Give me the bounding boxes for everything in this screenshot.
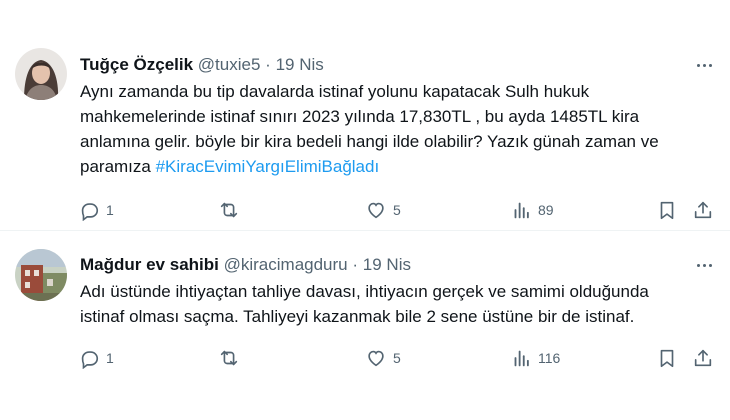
tweet-text: Aynı zamanda bu tip davalarda istinaf yo… (80, 79, 720, 179)
share-button[interactable] (692, 198, 714, 222)
views-count: 89 (538, 202, 554, 218)
more-dots-icon[interactable] (694, 255, 714, 275)
action-bar: 1 5 116 (78, 346, 718, 370)
like-count: 5 (393, 202, 401, 218)
views-button[interactable]: 89 (510, 198, 554, 222)
share-button[interactable] (692, 346, 714, 370)
heart-icon (368, 350, 384, 367)
views-button[interactable]: 116 (510, 346, 560, 370)
retweet-button[interactable] (218, 346, 246, 370)
views-chart-icon (514, 202, 529, 219)
bookmark-button[interactable] (656, 198, 678, 222)
tweet-date[interactable]: 19 Nis (363, 255, 411, 274)
tweet-text-line: Aynı zamanda bu tip davalarda istinaf yo… (80, 82, 590, 101)
tweet-text: Adı üstünde ihtiyaçtan tahliye davası, i… (80, 279, 720, 329)
like-button[interactable]: 5 (365, 198, 401, 222)
tweet-date[interactable]: 19 Nis (276, 55, 324, 74)
like-count: 5 (393, 350, 401, 366)
tweet-text-line: istinaf olması saçma. Tahliyeyi kazanmak… (80, 307, 635, 326)
retweet-button[interactable] (218, 198, 246, 222)
retweet-icon (220, 350, 238, 366)
reply-button[interactable]: 1 (78, 346, 114, 370)
heart-icon (368, 202, 384, 219)
tweet-text-line: Adı üstünde ihtiyaçtan tahliye davası, i… (80, 282, 649, 301)
user-handle[interactable]: @tuxie5 (198, 55, 261, 74)
separator: · (265, 55, 271, 74)
action-bar: 1 5 89 (78, 198, 718, 222)
retweet-icon (220, 202, 238, 218)
bookmark-button[interactable] (656, 346, 678, 370)
avatar[interactable] (15, 48, 67, 100)
like-button[interactable]: 5 (365, 346, 401, 370)
reply-icon (81, 203, 99, 221)
reply-count: 1 (106, 202, 114, 218)
bookmark-icon (660, 201, 674, 220)
share-icon (694, 349, 712, 367)
tweet-text-line: anlamına gelir. böyle bir kira bedeli ha… (80, 132, 659, 151)
tweet[interactable]: Mağdur ev sahibi @kiracimagduru · 19 Nis… (0, 231, 730, 420)
tweet-text-line: mahkemelerinde istinaf sınırı 2023 yılın… (80, 107, 640, 126)
tweet-header: Tuğçe Özçelik @tuxie5 · 19 Nis (80, 54, 324, 76)
reply-icon (81, 351, 99, 369)
views-count: 116 (538, 350, 561, 366)
reply-count: 1 (106, 350, 114, 366)
tweet-text-line: paramıza (80, 157, 156, 176)
display-name[interactable]: Tuğçe Özçelik (80, 55, 193, 74)
hashtag-link[interactable]: #KiracEvimiYargıElimiBağladı (156, 157, 380, 176)
more-dots-icon[interactable] (694, 55, 714, 75)
separator: · (352, 255, 359, 274)
reply-button[interactable]: 1 (78, 198, 114, 222)
tweet[interactable]: Tuğçe Özçelik @tuxie5 · 19 Nis Aynı zama… (0, 0, 730, 230)
views-chart-icon (514, 350, 529, 367)
avatar[interactable] (15, 249, 67, 301)
user-handle[interactable]: @kiracimagduru (224, 255, 348, 274)
bookmark-icon (660, 349, 674, 368)
display-name[interactable]: Mağdur ev sahibi (80, 255, 219, 274)
share-icon (694, 201, 712, 219)
tweet-header: Mağdur ev sahibi @kiracimagduru · 19 Nis (80, 254, 411, 276)
